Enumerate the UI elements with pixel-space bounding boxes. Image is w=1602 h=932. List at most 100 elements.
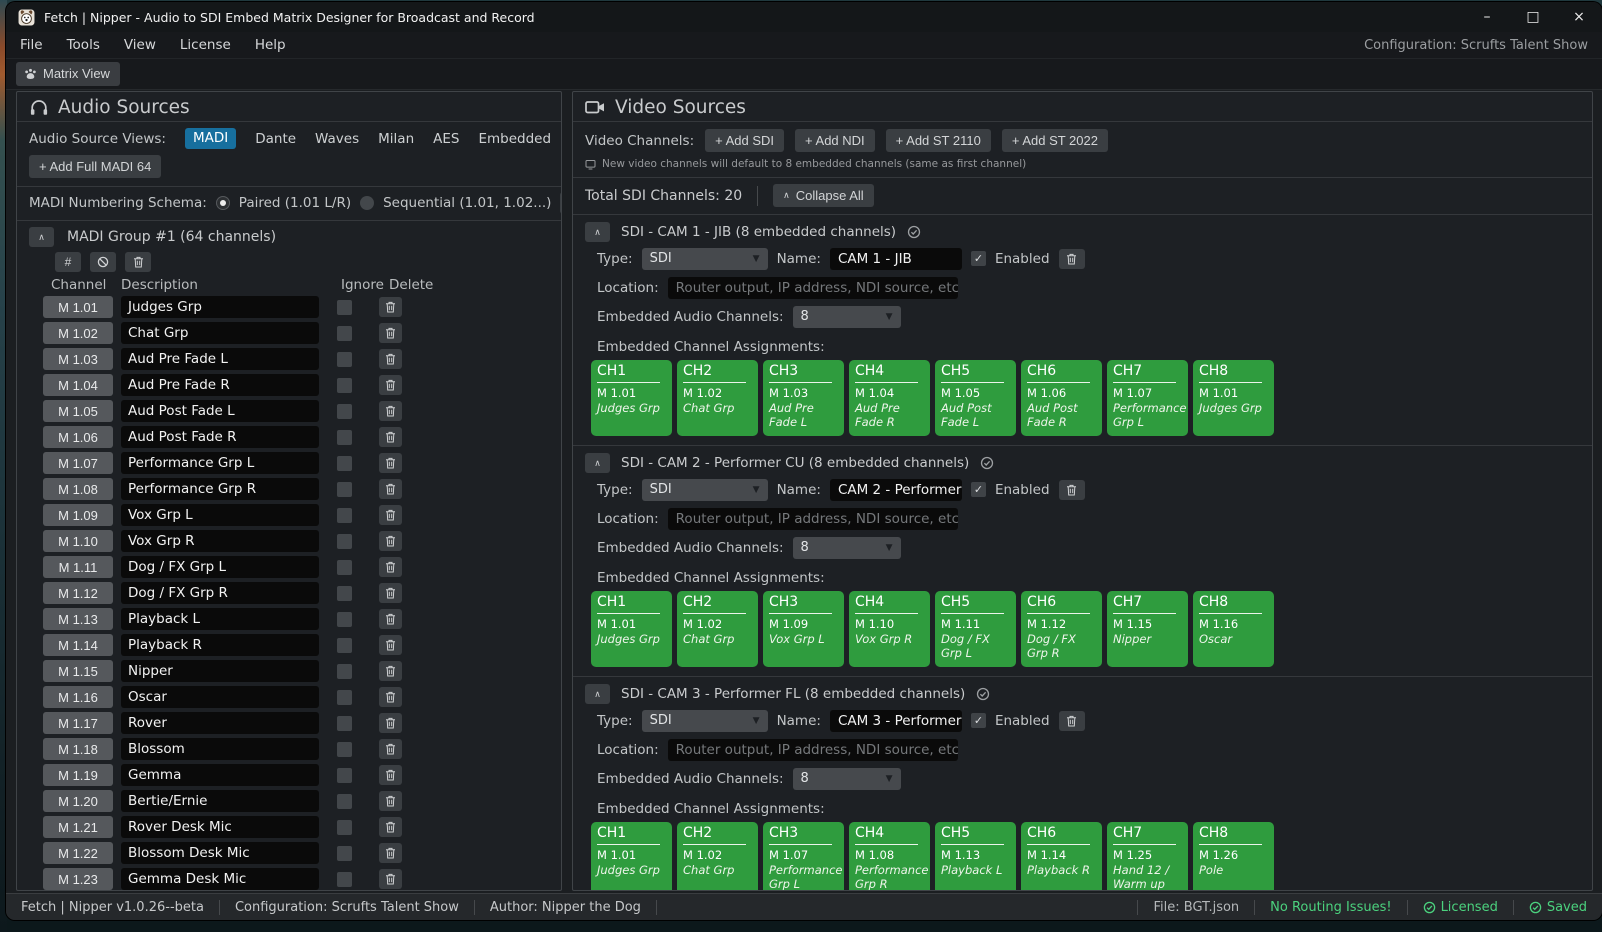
channel-badge[interactable]: M 1.06: [43, 426, 113, 448]
delete-row-button[interactable]: [379, 583, 402, 603]
channel-badge[interactable]: M 1.19: [43, 764, 113, 786]
description-input[interactable]: Blossom Desk Mic: [121, 842, 319, 864]
channel-badge[interactable]: M 1.23: [43, 868, 113, 890]
minimize-button[interactable]: –: [1464, 2, 1510, 32]
delete-row-button[interactable]: [379, 609, 402, 629]
collapse-channel-button[interactable]: ∧: [585, 684, 610, 704]
add-add-st-2110-button[interactable]: + Add ST 2110: [886, 129, 991, 152]
audio-view-tab-dante[interactable]: Dante: [255, 131, 296, 147]
location-input[interactable]: Router output, IP address, NDI source, e…: [668, 739, 958, 761]
embedded-audio-channels-select[interactable]: 8▼: [793, 768, 901, 790]
delete-row-button[interactable]: [379, 375, 402, 395]
collapse-channel-button[interactable]: ∧: [585, 222, 610, 242]
delete-row-button[interactable]: [379, 765, 402, 785]
delete-row-button[interactable]: [379, 297, 402, 317]
delete-row-button[interactable]: [379, 531, 402, 551]
ignore-checkbox[interactable]: [337, 560, 352, 575]
embedded-channel-card[interactable]: CH5M 1.11Dog / FX Grp L: [935, 591, 1016, 667]
channel-badge[interactable]: M 1.15: [43, 660, 113, 682]
menu-license[interactable]: License: [180, 37, 231, 53]
ignore-checkbox[interactable]: [337, 326, 352, 341]
ignore-checkbox[interactable]: [337, 768, 352, 783]
delete-row-button[interactable]: [379, 817, 402, 837]
description-input[interactable]: Aud Pre Fade L: [121, 348, 319, 370]
embedded-channel-card[interactable]: CH8M 1.26Pole: [1193, 822, 1274, 891]
channel-badge[interactable]: M 1.03: [43, 348, 113, 370]
description-input[interactable]: Gemma Desk Mic: [121, 868, 319, 890]
ignore-checkbox[interactable]: [337, 378, 352, 393]
delete-row-button[interactable]: [379, 739, 402, 759]
description-input[interactable]: Vox Grp R: [121, 530, 319, 552]
location-input[interactable]: Router output, IP address, NDI source, e…: [668, 508, 958, 530]
radio-paired[interactable]: [216, 196, 230, 210]
collapse-all-button[interactable]: ∧ Collapse All: [773, 184, 874, 207]
description-input[interactable]: Gemma: [121, 764, 319, 786]
embedded-channel-card[interactable]: CH6M 1.06Aud Post Fade R: [1021, 360, 1102, 436]
ignore-checkbox[interactable]: [337, 638, 352, 653]
delete-row-button[interactable]: [379, 661, 402, 681]
ignore-checkbox[interactable]: [337, 352, 352, 367]
delete-row-button[interactable]: [379, 869, 402, 889]
ignore-checkbox[interactable]: [337, 690, 352, 705]
description-input[interactable]: Chat Grp: [121, 322, 319, 344]
description-input[interactable]: Oscar: [121, 686, 319, 708]
channel-badge[interactable]: M 1.04: [43, 374, 113, 396]
embedded-channel-card[interactable]: CH1M 1.01Judges Grp: [591, 360, 672, 436]
ignore-checkbox[interactable]: [337, 430, 352, 445]
ignore-checkbox[interactable]: [337, 794, 352, 809]
type-select[interactable]: SDI▼: [642, 710, 768, 732]
channel-badge[interactable]: M 1.18: [43, 738, 113, 760]
ignore-all-button[interactable]: [90, 252, 116, 272]
ignore-checkbox[interactable]: [337, 456, 352, 471]
channel-badge[interactable]: M 1.22: [43, 842, 113, 864]
ignore-checkbox[interactable]: [337, 846, 352, 861]
ignore-checkbox[interactable]: [337, 716, 352, 731]
description-input[interactable]: Performance Grp L: [121, 452, 319, 474]
name-input[interactable]: CAM 3 - Performer FL: [830, 710, 962, 732]
embedded-channel-card[interactable]: CH4M 1.10Vox Grp R: [849, 591, 930, 667]
enabled-checkbox[interactable]: ✓: [971, 482, 986, 497]
ignore-checkbox[interactable]: [337, 534, 352, 549]
embedded-channel-card[interactable]: CH4M 1.08Performance Grp R: [849, 822, 930, 891]
audio-view-tab-milan[interactable]: Milan: [378, 131, 414, 147]
renumber-button[interactable]: #: [55, 252, 81, 272]
embedded-channel-card[interactable]: CH3M 1.03Aud Pre Fade L: [763, 360, 844, 436]
ignore-checkbox[interactable]: [337, 586, 352, 601]
embedded-channel-card[interactable]: CH8M 1.01Judges Grp: [1193, 360, 1274, 436]
embedded-audio-channels-select[interactable]: 8▼: [793, 306, 901, 328]
location-input[interactable]: Router output, IP address, NDI source, e…: [668, 277, 958, 299]
type-select[interactable]: SDI▼: [642, 479, 768, 501]
embedded-channel-card[interactable]: CH1M 1.01Judges Grp: [591, 822, 672, 891]
add-add-sdi-button[interactable]: + Add SDI: [705, 129, 784, 152]
embedded-channel-card[interactable]: CH3M 1.09Vox Grp L: [763, 591, 844, 667]
enabled-checkbox[interactable]: ✓: [971, 713, 986, 728]
audio-view-tab-aes[interactable]: AES: [433, 131, 459, 147]
collapse-channel-button[interactable]: ∧: [585, 453, 610, 473]
description-input[interactable]: Performance Grp R: [121, 478, 319, 500]
description-input[interactable]: Dog / FX Grp L: [121, 556, 319, 578]
channel-badge[interactable]: M 1.17: [43, 712, 113, 734]
channel-badge[interactable]: M 1.21: [43, 816, 113, 838]
description-input[interactable]: Playback L: [121, 608, 319, 630]
delete-row-button[interactable]: [379, 687, 402, 707]
ignore-checkbox[interactable]: [337, 300, 352, 315]
ignore-checkbox[interactable]: [337, 820, 352, 835]
audio-view-tab-embedded[interactable]: Embedded: [478, 131, 551, 147]
add-add-st-2022-button[interactable]: + Add ST 2022: [1002, 129, 1108, 152]
description-input[interactable]: Playback R: [121, 634, 319, 656]
delete-group-button[interactable]: [125, 252, 151, 272]
add-add-ndi-button[interactable]: + Add NDI: [795, 129, 875, 152]
embedded-channel-card[interactable]: CH3M 1.07Performance Grp L: [763, 822, 844, 891]
ignore-checkbox[interactable]: [337, 508, 352, 523]
close-button[interactable]: ×: [1556, 2, 1602, 32]
channel-badge[interactable]: M 1.01: [43, 296, 113, 318]
delete-row-button[interactable]: [379, 791, 402, 811]
menu-tools[interactable]: Tools: [67, 37, 100, 53]
ignore-checkbox[interactable]: [337, 664, 352, 679]
audio-view-tab-madi[interactable]: MADI: [185, 128, 236, 149]
embedded-channel-card[interactable]: CH2M 1.02Chat Grp: [677, 822, 758, 891]
channel-badge[interactable]: M 1.10: [43, 530, 113, 552]
name-input[interactable]: CAM 1 - JIB: [830, 248, 962, 270]
ignore-checkbox[interactable]: [337, 482, 352, 497]
description-input[interactable]: Aud Pre Fade R: [121, 374, 319, 396]
